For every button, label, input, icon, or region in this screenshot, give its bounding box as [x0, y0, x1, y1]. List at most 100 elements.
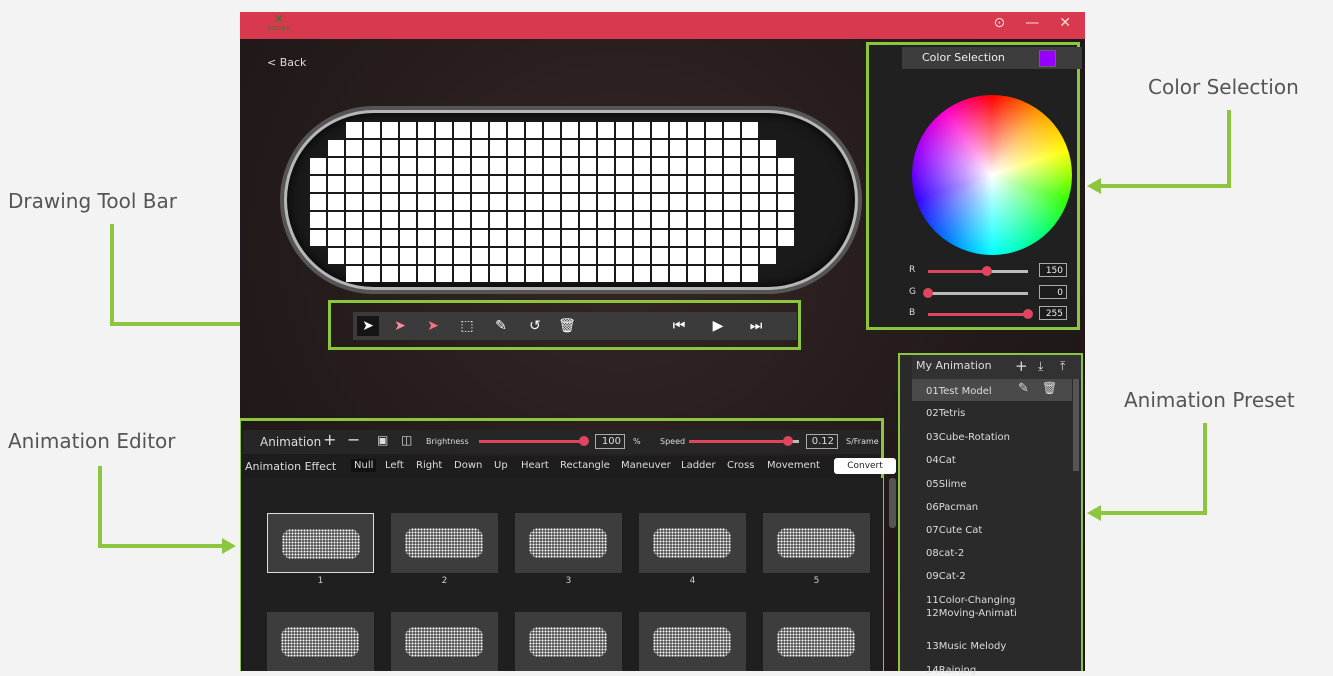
- led-pixel[interactable]: [760, 230, 776, 246]
- led-pixel[interactable]: [562, 230, 578, 246]
- led-pixel[interactable]: [436, 158, 452, 174]
- led-pixel[interactable]: [652, 266, 668, 282]
- effect-maneuver[interactable]: Maneuver: [621, 460, 671, 471]
- led-pixel[interactable]: [706, 230, 722, 246]
- preset-item[interactable]: 05Slime: [926, 479, 967, 490]
- led-pixel[interactable]: [400, 266, 416, 282]
- led-pixel[interactable]: [418, 266, 434, 282]
- animation-frame[interactable]: [639, 513, 746, 573]
- led-pixel[interactable]: [724, 158, 740, 174]
- led-pixel[interactable]: [544, 140, 560, 156]
- led-pixel[interactable]: [436, 230, 452, 246]
- led-pixel[interactable]: [454, 266, 470, 282]
- preset-item[interactable]: 04Cat: [926, 455, 956, 466]
- animation-frame[interactable]: [515, 513, 622, 573]
- effect-down[interactable]: Down: [454, 460, 482, 471]
- led-pixel[interactable]: [418, 230, 434, 246]
- led-pixel[interactable]: [526, 194, 542, 210]
- led-pixel[interactable]: [508, 176, 524, 192]
- led-pixel[interactable]: [346, 158, 362, 174]
- select-icon[interactable]: ➤: [357, 316, 379, 336]
- led-pixel[interactable]: [472, 248, 488, 264]
- led-pixel[interactable]: [346, 248, 362, 264]
- preset-item[interactable]: 09Cat-2: [926, 571, 966, 582]
- effect-ladder[interactable]: Ladder: [681, 460, 716, 471]
- led-pixel[interactable]: [742, 212, 758, 228]
- led-pixel[interactable]: [544, 212, 560, 228]
- led-pixel[interactable]: [346, 212, 362, 228]
- led-pixel[interactable]: [670, 248, 686, 264]
- led-pixel[interactable]: [346, 140, 362, 156]
- led-pixel[interactable]: [526, 158, 542, 174]
- led-pixel[interactable]: [364, 248, 380, 264]
- animation-frame[interactable]: [391, 612, 498, 671]
- effect-up[interactable]: Up: [494, 460, 508, 471]
- led-pixel[interactable]: [508, 122, 524, 138]
- led-pixel[interactable]: [616, 176, 632, 192]
- led-pixel[interactable]: [724, 212, 740, 228]
- red-slider[interactable]: R 150: [909, 263, 1079, 279]
- led-pixel[interactable]: [364, 140, 380, 156]
- led-pixel[interactable]: [544, 122, 560, 138]
- led-pixel[interactable]: [580, 248, 596, 264]
- led-pixel[interactable]: [634, 122, 650, 138]
- led-pixel[interactable]: [580, 176, 596, 192]
- led-pixel[interactable]: [364, 176, 380, 192]
- led-pixel[interactable]: [490, 176, 506, 192]
- led-pixel[interactable]: [544, 158, 560, 174]
- led-pixel[interactable]: [616, 158, 632, 174]
- led-pixel[interactable]: [634, 158, 650, 174]
- led-pixel[interactable]: [526, 212, 542, 228]
- led-pixel[interactable]: [310, 176, 326, 192]
- led-pixel[interactable]: [598, 122, 614, 138]
- led-pixel[interactable]: [364, 230, 380, 246]
- led-pixel[interactable]: [598, 266, 614, 282]
- led-pixel[interactable]: [706, 122, 722, 138]
- led-pixel[interactable]: [544, 176, 560, 192]
- color-wheel[interactable]: [912, 95, 1072, 255]
- led-pixel[interactable]: [742, 266, 758, 282]
- led-pixel[interactable]: [706, 248, 722, 264]
- led-pixel[interactable]: [688, 266, 704, 282]
- led-pixel[interactable]: [400, 122, 416, 138]
- led-pixel[interactable]: [544, 248, 560, 264]
- led-pixel[interactable]: [436, 122, 452, 138]
- led-pixel[interactable]: [616, 194, 632, 210]
- led-pixel[interactable]: [706, 176, 722, 192]
- led-pixel[interactable]: [490, 266, 506, 282]
- led-pixel[interactable]: [652, 230, 668, 246]
- led-pixel[interactable]: [724, 194, 740, 210]
- led-pixel[interactable]: [472, 266, 488, 282]
- led-pixel[interactable]: [562, 176, 578, 192]
- eyedropper-icon[interactable]: ✎: [490, 316, 512, 336]
- preset-item[interactable]: 03Cube-Rotation: [926, 432, 1010, 443]
- animation-frame[interactable]: [267, 513, 374, 573]
- led-pixel[interactable]: [382, 158, 398, 174]
- red-value-field[interactable]: 150: [1039, 263, 1067, 277]
- led-pixel[interactable]: [400, 230, 416, 246]
- led-pixel[interactable]: [760, 248, 776, 264]
- effect-heart[interactable]: Heart: [521, 460, 549, 471]
- export-icon[interactable]: ⤒: [1060, 355, 1065, 377]
- led-pixel[interactable]: [472, 194, 488, 210]
- led-pixel[interactable]: [400, 176, 416, 192]
- led-pixel[interactable]: [778, 176, 794, 192]
- led-pixel[interactable]: [364, 122, 380, 138]
- led-pixel[interactable]: [670, 266, 686, 282]
- led-pixel[interactable]: [616, 212, 632, 228]
- led-pixel[interactable]: [508, 212, 524, 228]
- led-pixel[interactable]: [328, 248, 344, 264]
- led-pixel[interactable]: [436, 248, 452, 264]
- led-pixel[interactable]: [580, 230, 596, 246]
- led-pixel[interactable]: [526, 230, 542, 246]
- led-pixel[interactable]: [490, 194, 506, 210]
- led-pixel[interactable]: [454, 248, 470, 264]
- led-pixel[interactable]: [562, 194, 578, 210]
- led-pixel[interactable]: [328, 212, 344, 228]
- led-pixel[interactable]: [454, 194, 470, 210]
- led-pixel[interactable]: [346, 176, 362, 192]
- led-pixel[interactable]: [508, 230, 524, 246]
- led-pixel[interactable]: [580, 140, 596, 156]
- effect-movement[interactable]: Movement: [767, 460, 820, 471]
- led-pixel[interactable]: [598, 212, 614, 228]
